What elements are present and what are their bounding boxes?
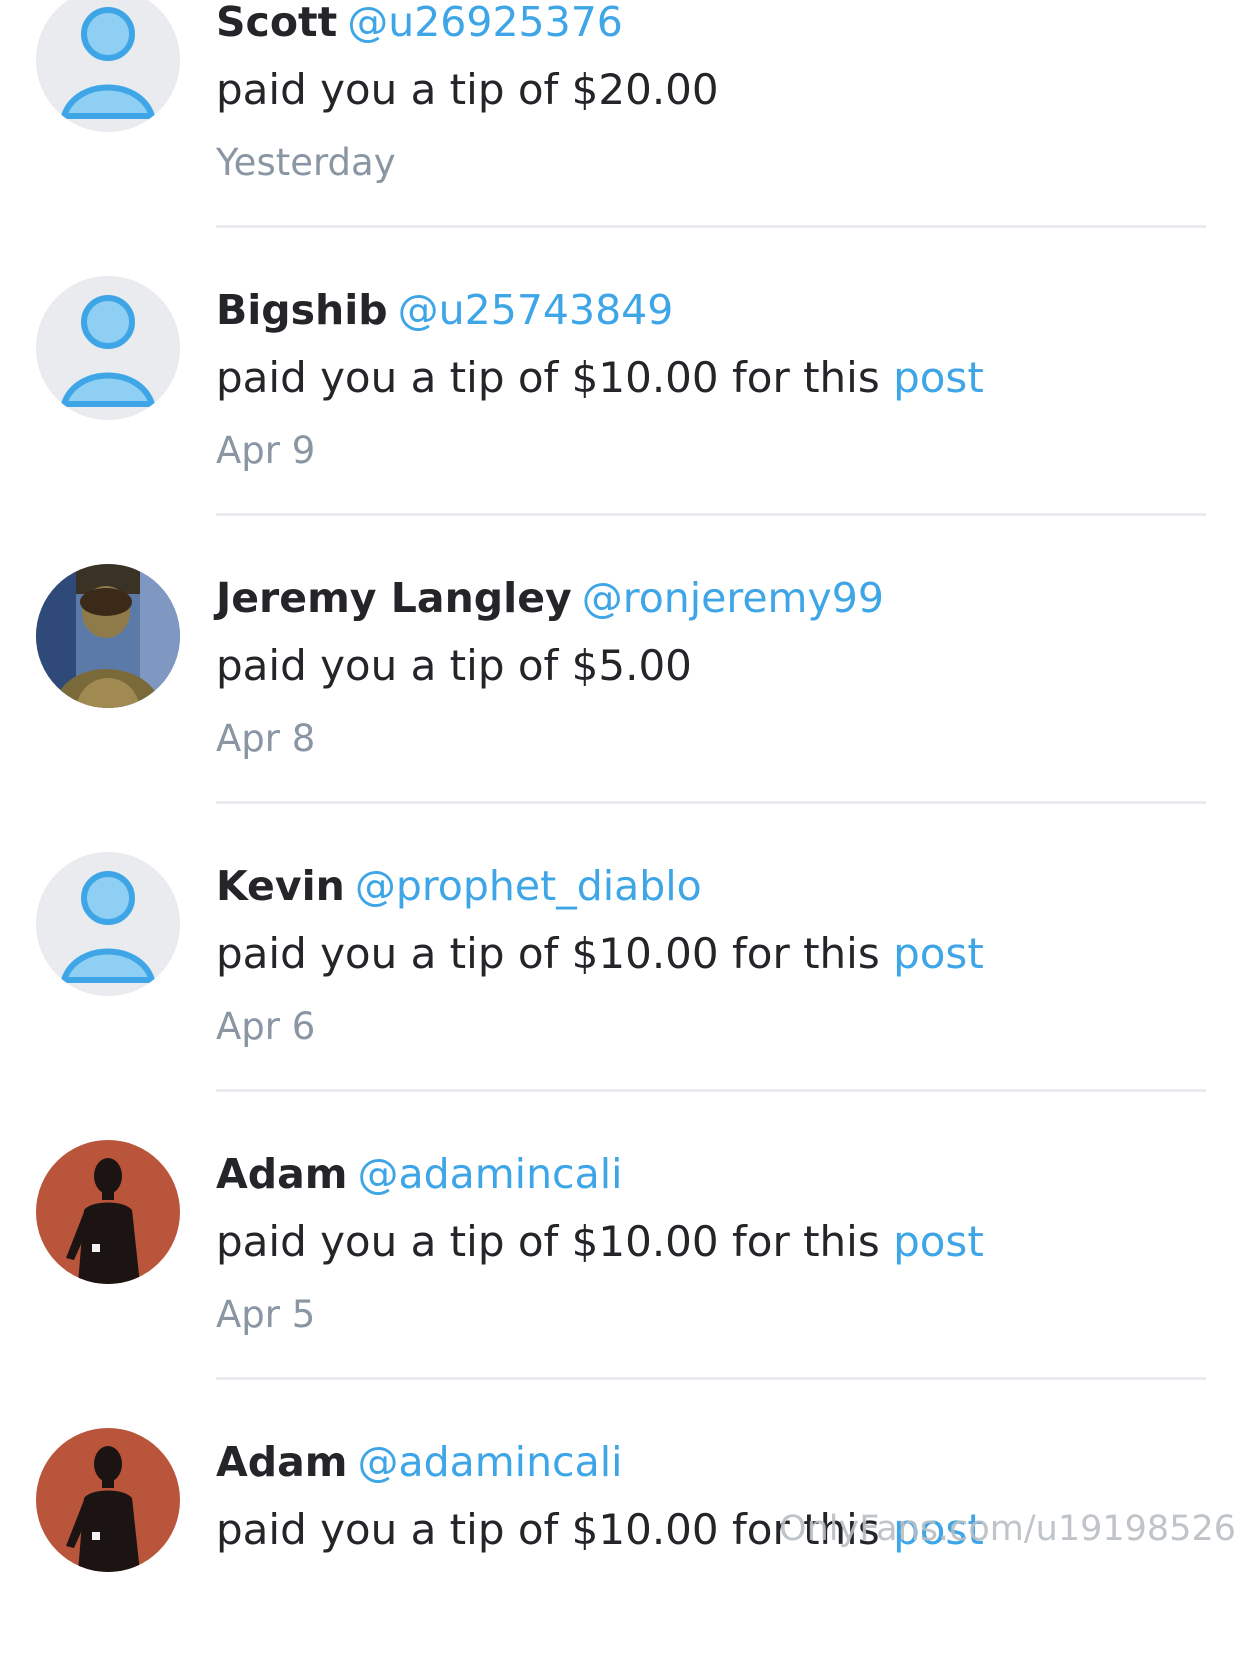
sender-name[interactable]: Adam [216,1150,347,1198]
user-placeholder-icon [36,0,180,132]
default-avatar[interactable] [36,276,180,420]
watermark: OnlyFans.com/u19198526 [779,1509,1236,1549]
message-text: paid you a tip of $5.00 [216,641,692,690]
notification-item[interactable]: Adam @adamincali paid you a tip of $10.00… [0,1092,1242,1380]
message-text: paid you a tip of $10.00 for this [216,353,880,402]
notification-message: paid you a tip of $5.00 [216,638,692,694]
sender-name[interactable]: Adam [216,1438,347,1486]
notification-time: Apr 6 [216,1005,316,1048]
photo-avatar[interactable] [36,1140,180,1284]
post-link[interactable]: post [893,353,984,402]
notifications-feed: Scott @u26925376 paid you a tip of $20.00… [0,0,1242,1668]
sender-line: Adam @adamincali [216,1146,623,1202]
notification-message: paid you a tip of $10.00 for this post [216,1214,984,1270]
sender-name[interactable]: Scott [216,0,337,46]
user-placeholder-icon [36,852,180,996]
post-link[interactable]: post [893,1217,984,1266]
message-text: paid you a tip of $20.00 [216,65,719,114]
sender-handle[interactable]: @prophet_diablo [355,862,702,910]
notification-time: Apr 5 [216,1293,316,1336]
notification-time: Apr 8 [216,717,316,760]
notification-item[interactable]: Jeremy Langley @ronjeremy99 paid you a ti… [0,516,1242,804]
photo-avatar[interactable] [36,1428,180,1572]
notification-time: Yesterday [216,141,396,184]
sender-line: Scott @u26925376 [216,0,623,50]
notification-message: paid you a tip of $10.00 for this post [216,926,984,982]
sender-handle[interactable]: @ronjeremy99 [582,574,884,622]
notification-item[interactable]: Kevin @prophet_diablo paid you a tip of $… [0,804,1242,1092]
sender-line: Jeremy Langley @ronjeremy99 [216,570,884,626]
sender-line: Kevin @prophet_diablo [216,858,702,914]
message-text: paid you a tip of $10.00 for this [216,929,880,978]
sender-name[interactable]: Jeremy Langley [216,574,572,622]
sender-line: Adam @adamincali [216,1434,623,1490]
user-placeholder-icon [36,276,180,420]
sender-name[interactable]: Kevin [216,862,345,910]
profile-photo-icon [36,564,180,708]
sender-handle[interactable]: @adamincali [357,1438,622,1486]
post-link[interactable]: post [893,929,984,978]
sender-handle[interactable]: @u26925376 [347,0,623,46]
notification-message: paid you a tip of $10.00 for this post [216,350,984,406]
sender-name[interactable]: Bigshib [216,286,388,334]
sender-handle[interactable]: @u25743849 [398,286,674,334]
notification-item[interactable]: Bigshib @u25743849 paid you a tip of $10.… [0,228,1242,516]
profile-photo-icon [36,1140,180,1284]
sender-line: Bigshib @u25743849 [216,282,673,338]
message-text: paid you a tip of $10.00 for this [216,1217,880,1266]
notification-message: paid you a tip of $20.00 [216,62,719,118]
profile-photo-icon [36,1428,180,1572]
sender-handle[interactable]: @adamincali [357,1150,622,1198]
default-avatar[interactable] [36,0,180,132]
photo-avatar[interactable] [36,564,180,708]
notification-item[interactable]: Scott @u26925376 paid you a tip of $20.00… [0,0,1242,228]
notification-time: Apr 9 [216,429,316,472]
default-avatar[interactable] [36,852,180,996]
